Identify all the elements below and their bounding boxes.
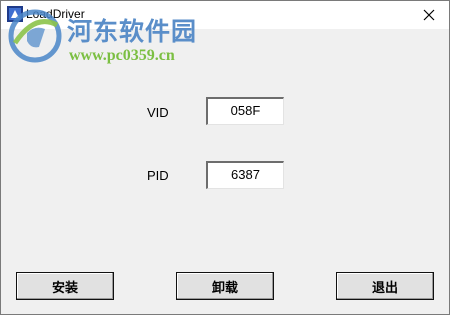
watermark-url: www.pc0359.cn [69,47,175,64]
install-button[interactable]: 安装 [16,272,114,300]
vid-field[interactable]: 058F [206,97,284,125]
watermark-site-name: 河东软件园 [67,17,198,46]
pid-field[interactable]: 6387 [206,161,284,189]
pid-label: PID [147,168,169,183]
close-button[interactable] [409,1,449,29]
close-icon [423,9,435,21]
uninstall-button[interactable]: 卸载 [176,272,274,300]
watermark-logo-icon [8,9,62,63]
main-window: LoadDriver 河东软件园 www.pc0359.cn VID 058F … [0,0,450,315]
exit-button[interactable]: 退出 [336,272,434,300]
vid-label: VID [147,105,169,120]
